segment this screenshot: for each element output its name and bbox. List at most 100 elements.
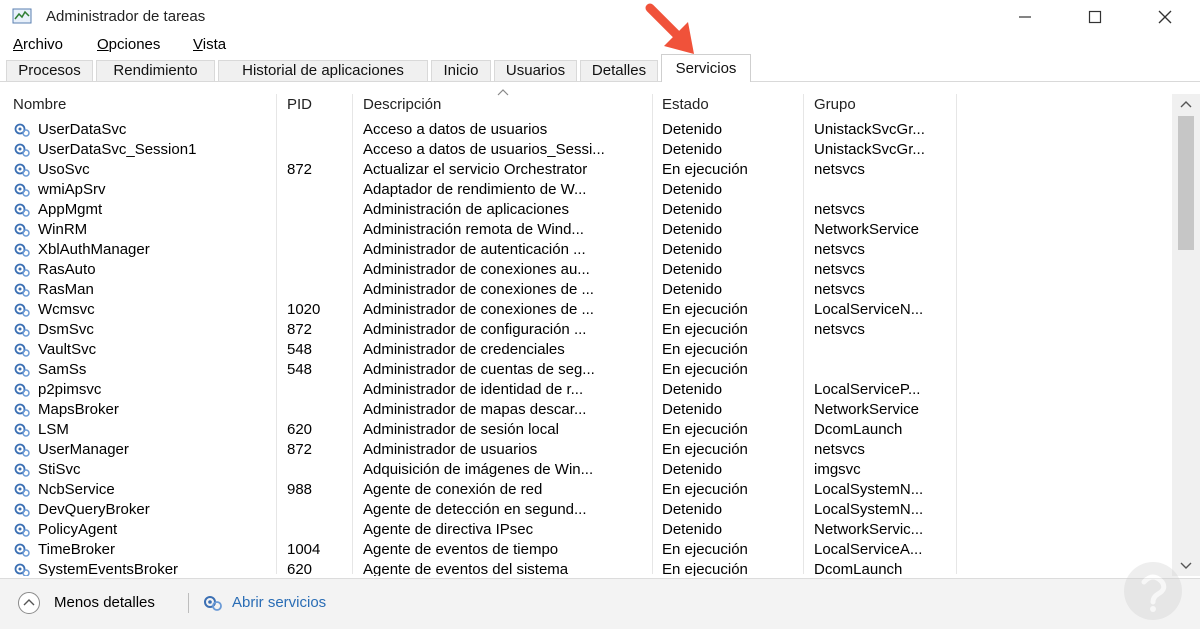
table-row[interactable]: Wcmsvc 1020 Administrador de conexiones de… xyxy=(0,300,1172,320)
service-description: Administrador de mapas descar... xyxy=(363,401,587,418)
table-row[interactable]: StiSvc Adquisición de imágenes de Win... D… xyxy=(0,460,1172,480)
column-header-estado[interactable]: Estado xyxy=(662,96,709,118)
gear-icon xyxy=(13,262,31,278)
scroll-up-button[interactable] xyxy=(1172,94,1200,114)
table-row[interactable]: wmiApSrv Adaptador de rendimiento de W...… xyxy=(0,180,1172,200)
service-group: netsvcs xyxy=(814,321,865,338)
service-group: LocalServiceN... xyxy=(814,301,924,318)
table-row[interactable]: RasMan Administrador de conexiones de ...… xyxy=(0,280,1172,300)
service-name: SystemEventsBroker xyxy=(38,561,179,576)
service-name: VaultSvc xyxy=(38,341,97,358)
maximize-button[interactable] xyxy=(1060,0,1130,34)
gear-icon xyxy=(13,222,31,238)
table-row[interactable]: UserDataSvc Acceso a datos de usuarios Det… xyxy=(0,120,1172,140)
service-name: Wcmsvc xyxy=(38,301,95,318)
table-row[interactable]: PolicyAgent Agente de directiva IPsec Dete… xyxy=(0,520,1172,540)
table-row[interactable]: WinRM Administración remota de Wind... Det… xyxy=(0,220,1172,240)
table-row[interactable]: UserManager 872 Administrador de usuarios E… xyxy=(0,440,1172,460)
gear-icon xyxy=(13,282,31,298)
table-row[interactable]: MapsBroker Administrador de mapas descar.… xyxy=(0,400,1172,420)
service-name: DevQueryBroker xyxy=(38,501,150,518)
less-details-label: Menos detalles xyxy=(54,594,155,611)
vertical-scrollbar[interactable] xyxy=(1172,94,1200,576)
menu-opciones[interactable]: Opciones xyxy=(97,36,160,53)
table-row[interactable]: DsmSvc 872 Administrador de configuración … xyxy=(0,320,1172,340)
service-pid xyxy=(287,240,347,260)
service-description: Actualizar el servicio Orchestrator xyxy=(363,161,588,178)
service-description: Agente de detección en segund... xyxy=(363,501,587,518)
tab-detalles[interactable]: Detalles xyxy=(580,60,658,81)
column-header-descripcion[interactable]: Descripción xyxy=(363,96,441,118)
service-pid: 872 xyxy=(287,161,313,178)
service-state: Detenido xyxy=(662,121,723,138)
service-group: NetworkServic... xyxy=(814,521,924,538)
tab-historial-aplicaciones[interactable]: Historial de aplicaciones xyxy=(218,60,428,81)
service-state: Detenido xyxy=(662,281,723,298)
services-icon xyxy=(204,596,222,611)
service-description: Administrador de conexiones au... xyxy=(363,261,590,278)
menu-archivo[interactable]: Archivo xyxy=(13,36,63,53)
tab-inicio[interactable]: Inicio xyxy=(431,60,491,81)
service-description: Agente de conexión de red xyxy=(363,481,543,498)
service-state: Detenido xyxy=(662,241,723,258)
service-description: Agente de eventos del sistema xyxy=(363,561,569,576)
table-row[interactable]: TimeBroker 1004 Agente de eventos de tiemp… xyxy=(0,540,1172,560)
service-group: UnistackSvcGr... xyxy=(814,141,925,158)
service-name: LSM xyxy=(38,421,69,438)
service-name: NcbService xyxy=(38,481,115,498)
scroll-thumb[interactable] xyxy=(1178,116,1194,250)
table-row[interactable]: DevQueryBroker Agente de detección en seg… xyxy=(0,500,1172,520)
gear-icon xyxy=(13,442,31,458)
open-services-link[interactable]: Abrir servicios xyxy=(232,594,326,611)
column-header-grupo[interactable]: Grupo xyxy=(814,96,856,118)
chevron-up-icon[interactable] xyxy=(17,591,41,615)
minimize-button[interactable] xyxy=(990,0,1060,34)
service-group: netsvcs xyxy=(814,161,865,178)
service-state: En ejecución xyxy=(662,361,748,378)
table-row[interactable]: UsoSvc 872 Actualizar el servicio Orchestr… xyxy=(0,160,1172,180)
table-row[interactable]: UserDataSvc_Session1 Acceso a datos de us… xyxy=(0,140,1172,160)
less-details-button[interactable]: Menos detalles xyxy=(54,594,155,611)
service-state: En ejecución xyxy=(662,441,748,458)
column-header-nombre[interactable]: Nombre xyxy=(13,96,66,118)
solvetic-logo-icon xyxy=(1124,562,1182,620)
service-state: En ejecución xyxy=(662,481,748,498)
service-name: wmiApSrv xyxy=(38,181,106,198)
table-row[interactable]: RasAuto Administrador de conexiones au...… xyxy=(0,260,1172,280)
table-row[interactable]: AppMgmt Administración de aplicaciones Det… xyxy=(0,200,1172,220)
table-row[interactable]: NcbService 988 Agente de conexión de red En… xyxy=(0,480,1172,500)
gear-icon xyxy=(13,462,31,478)
tab-rendimiento[interactable]: Rendimiento xyxy=(96,60,215,81)
service-group: LocalSystemN... xyxy=(814,501,924,518)
menu-vista[interactable]: Vista xyxy=(193,36,226,53)
table-row[interactable]: LSM 620 Administrador de sesión local En ej… xyxy=(0,420,1172,440)
column-header-pid[interactable]: PID xyxy=(287,96,312,118)
gear-icon xyxy=(13,322,31,338)
tab-servicios[interactable]: Servicios xyxy=(661,54,751,82)
service-group xyxy=(814,360,954,380)
service-description: Agente de directiva IPsec xyxy=(363,521,534,538)
service-name: p2pimsvc xyxy=(38,381,102,398)
table-row[interactable]: XblAuthManager Administrador de autentica… xyxy=(0,240,1172,260)
service-group: LocalSystemN... xyxy=(814,481,924,498)
gear-icon xyxy=(13,182,31,198)
tab-usuarios[interactable]: Usuarios xyxy=(494,60,577,81)
service-description: Agente de eventos de tiempo xyxy=(363,541,559,558)
service-state: Detenido xyxy=(662,221,723,238)
menu-bar: Archivo Opciones Vista xyxy=(0,34,1200,56)
table-row[interactable]: VaultSvc 548 Administrador de credenciales… xyxy=(0,340,1172,360)
service-group: DcomLaunch xyxy=(814,561,903,576)
gear-icon xyxy=(13,542,31,558)
tab-procesos[interactable]: Procesos xyxy=(6,60,93,81)
service-state: Detenido xyxy=(662,521,723,538)
service-state: En ejecución xyxy=(662,161,748,178)
footer-bar: Menos detalles Abrir servicios xyxy=(0,578,1200,629)
gear-icon xyxy=(13,502,31,518)
close-button[interactable] xyxy=(1130,0,1200,34)
table-row[interactable]: p2pimsvc Administrador de identidad de r.… xyxy=(0,380,1172,400)
table-row[interactable]: SystemEventsBroker 620 Agente de eventos d… xyxy=(0,560,1172,576)
service-description: Acceso a datos de usuarios xyxy=(363,121,548,138)
service-state: Detenido xyxy=(662,461,723,478)
table-row[interactable]: SamSs 548 Administrador de cuentas de seg.… xyxy=(0,360,1172,380)
service-name: SamSs xyxy=(38,361,87,378)
